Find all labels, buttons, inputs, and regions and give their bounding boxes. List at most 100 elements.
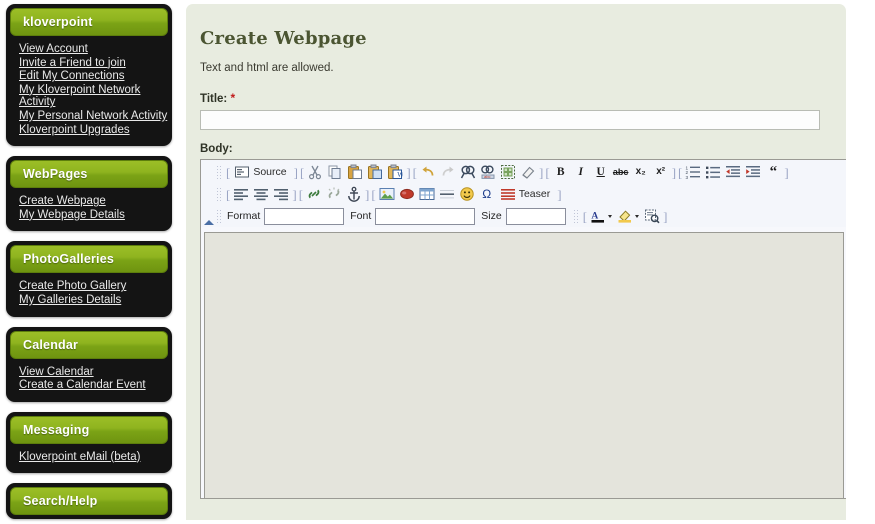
toolbar-group-separator: [ — [371, 186, 376, 202]
toolbar-group-separator: ] — [539, 164, 544, 180]
bulleted-list-button[interactable] — [703, 163, 723, 182]
anchor-icon — [346, 186, 362, 202]
image-icon — [379, 186, 395, 202]
svg-text:abc: abc — [484, 174, 490, 179]
flash-button[interactable] — [397, 185, 417, 204]
image-button[interactable] — [377, 185, 397, 204]
sidebar-link-kloverpoint-upgrades[interactable]: Kloverpoint Upgrades — [19, 124, 168, 137]
sidebar-panel-title: kloverpoint — [10, 8, 168, 36]
source-button[interactable]: Source — [231, 163, 292, 182]
redo-icon — [440, 164, 456, 180]
show-blocks-icon — [644, 208, 660, 224]
numbered-list-button[interactable]: 123 — [683, 163, 703, 182]
redo-button[interactable] — [438, 163, 458, 182]
format-select-value[interactable] — [264, 207, 345, 225]
paste-from-word-button[interactable]: W — [385, 163, 405, 182]
sidebar-link-my-personal-network-activity[interactable]: My Personal Network Activity — [19, 110, 168, 123]
toolbar-drag-grip[interactable] — [572, 208, 579, 224]
sidebar-link-invite-a-friend-to-join[interactable]: Invite a Friend to join — [19, 57, 168, 70]
teaser-icon — [500, 186, 516, 202]
cut-button[interactable] — [305, 163, 325, 182]
toolbar-group-separator: [ — [545, 164, 550, 180]
background-color-button-dropdown-arrow[interactable] — [635, 214, 640, 218]
horizontal-rule-button[interactable] — [437, 185, 457, 204]
sidebar-panel-kloverpoint: kloverpoint View Account Invite a Friend t… — [6, 4, 172, 147]
sidebar-panel-webpages: WebPages Create Webpage My Webpage Details — [6, 156, 172, 232]
sidebar-link-my-webpage-details[interactable]: My Webpage Details — [19, 209, 168, 222]
bold-button[interactable]: B — [551, 163, 571, 182]
show-blocks-button[interactable] — [642, 207, 662, 226]
undo-button[interactable] — [418, 163, 438, 182]
increase-indent-button[interactable] — [743, 163, 763, 182]
superscript-icon: x² — [656, 166, 666, 177]
blockquote-button[interactable]: “ — [763, 163, 783, 182]
paste-text-icon — [367, 164, 383, 180]
table-button[interactable] — [417, 185, 437, 204]
link-button[interactable] — [304, 185, 324, 204]
unlink-button[interactable] — [324, 185, 344, 204]
paste-as-plain-text-button[interactable] — [365, 163, 385, 182]
find-button[interactable] — [458, 163, 478, 182]
teaser-button[interactable]: Teaser — [497, 185, 557, 204]
align-left-button[interactable] — [231, 185, 251, 204]
page-root: kloverpoint View Account Invite a Friend t… — [0, 0, 875, 524]
select-all-icon — [500, 164, 516, 180]
underline-button[interactable]: U — [591, 163, 611, 182]
title-input[interactable] — [200, 110, 820, 130]
sidebar-link-edit-my-connections[interactable]: Edit My Connections — [19, 70, 168, 83]
align-right-button[interactable] — [271, 185, 291, 204]
sidebar-link-create-photo-gallery[interactable]: Create Photo Gallery — [19, 280, 168, 293]
toolbar-row-3: Format Font Size [A] — [211, 205, 846, 227]
toolbar-group-separator: [ — [226, 164, 231, 180]
toolbar-group-separator: [ — [412, 164, 417, 180]
select-all-button[interactable] — [498, 163, 518, 182]
indent-icon — [745, 164, 761, 180]
source-icon — [234, 164, 250, 180]
special-character-button[interactable]: Ω — [477, 185, 497, 204]
format-select[interactable]: Format — [225, 207, 345, 225]
toolbar-group-separator: ] — [292, 186, 297, 202]
flash-icon — [399, 186, 415, 202]
text-color-button[interactable]: A — [588, 207, 608, 226]
strikethrough-button[interactable]: abc — [611, 163, 631, 182]
size-select-value[interactable] — [505, 207, 566, 225]
editor-body-area[interactable] — [204, 232, 844, 498]
link-icon — [306, 186, 322, 202]
size-select[interactable]: Size — [479, 207, 566, 225]
text-color-button-dropdown-arrow[interactable] — [608, 214, 613, 218]
text-color-icon: A — [590, 208, 606, 224]
sidebar-link-view-account[interactable]: View Account — [19, 43, 168, 56]
sidebar-link-my-kloverpoint-network-activity[interactable]: My Kloverpoint Network Activity — [19, 84, 168, 109]
smiley-button[interactable] — [457, 185, 477, 204]
replace-button[interactable]: abc — [478, 163, 498, 182]
paste-button[interactable] — [345, 163, 365, 182]
toolbar-drag-grip[interactable] — [216, 164, 222, 180]
sidebar-link-create-webpage[interactable]: Create Webpage — [19, 195, 168, 208]
toolbar-drag-grip[interactable] — [216, 208, 222, 224]
sidebar-link-create-a-calendar-event[interactable]: Create a Calendar Event — [19, 379, 168, 392]
remove-format-button[interactable] — [518, 163, 538, 182]
font-select-value[interactable] — [375, 207, 476, 225]
subscript-button[interactable]: x₂ — [631, 163, 651, 182]
background-color-button[interactable] — [615, 207, 635, 226]
sidebar-link-kloverpoint-email-beta[interactable]: Kloverpoint eMail (beta) — [19, 451, 168, 464]
toolbar-drag-grip[interactable] — [216, 186, 222, 202]
quote-icon: “ — [769, 164, 778, 180]
undo-icon — [420, 164, 436, 180]
decrease-indent-button[interactable] — [723, 163, 743, 182]
anchor-button[interactable] — [344, 185, 364, 204]
toolbar-group-separator: ] — [365, 186, 370, 202]
collapse-toolbar-button[interactable] — [203, 218, 215, 228]
required-marker: * — [230, 91, 236, 105]
sidebar-link-my-galleries-details[interactable]: My Galleries Details — [19, 294, 168, 307]
main-content-panel: Create Webpage Text and html are allowed… — [186, 4, 846, 520]
font-select[interactable]: Font — [348, 207, 476, 225]
copy-button[interactable] — [325, 163, 345, 182]
align-left-icon — [233, 186, 249, 202]
italic-button[interactable]: I — [571, 163, 591, 182]
superscript-button[interactable]: x² — [651, 163, 671, 182]
align-center-button[interactable] — [251, 185, 271, 204]
omega-icon: Ω — [482, 187, 492, 201]
teaser-button-label: Teaser — [518, 188, 551, 200]
sidebar-link-view-calendar[interactable]: View Calendar — [19, 366, 168, 379]
